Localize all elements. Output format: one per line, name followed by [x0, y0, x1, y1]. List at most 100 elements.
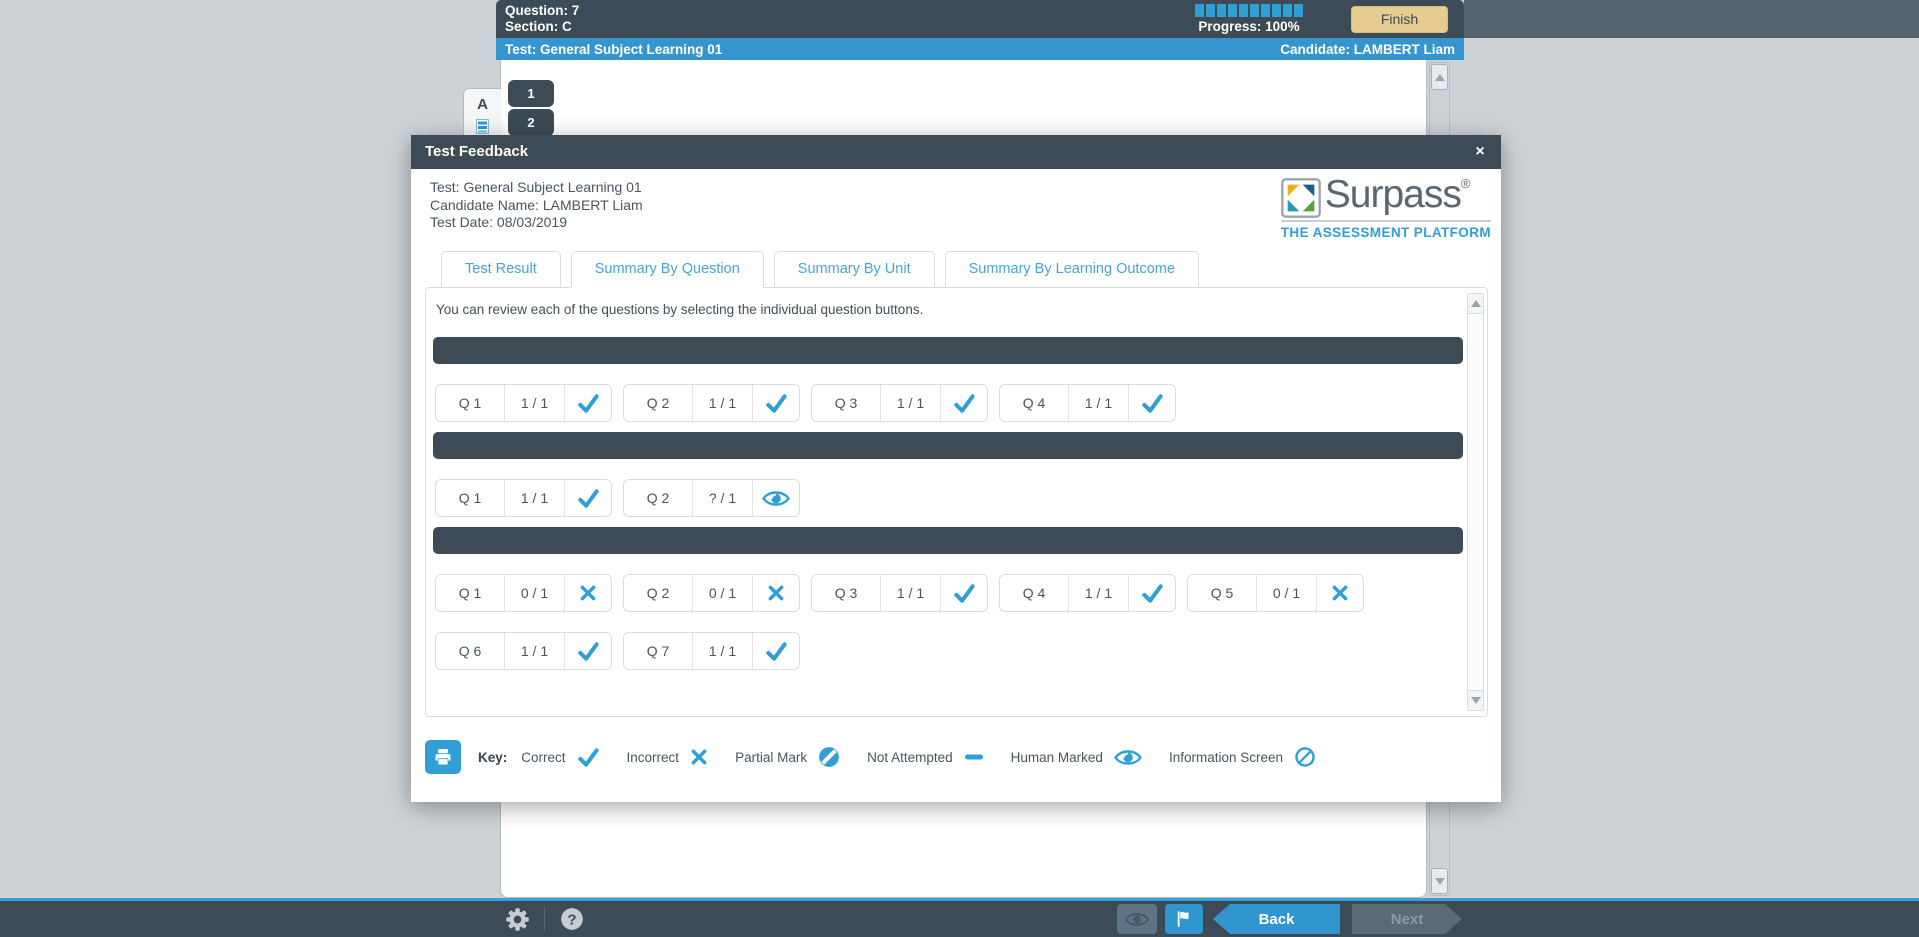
- question-button-q-1[interactable]: Q 1 0 / 1: [435, 574, 612, 612]
- review-eye-button[interactable]: [1117, 904, 1157, 934]
- question-section-block: Question: 7 Section: C: [505, 3, 579, 35]
- question-row: Q 1 1 / 1 Q 2 1 / 1 Q 3 1 / 1 Q 4 1 / 1: [433, 384, 1463, 422]
- correct-icon: [1141, 583, 1163, 603]
- question-button-q-1[interactable]: Q 1 1 / 1: [435, 479, 612, 517]
- question-button-q-1[interactable]: Q 1 1 / 1: [435, 384, 612, 422]
- back-button[interactable]: Back: [1213, 904, 1340, 934]
- logo-row: Surpass ®: [1280, 175, 1491, 218]
- question-button-q-6[interactable]: Q 6 1 / 1: [435, 632, 612, 670]
- question-row: Q 1 1 / 1 Q 2 ? / 1: [433, 479, 1463, 517]
- info-candidate: Candidate Name: LAMBERT Liam: [430, 196, 643, 213]
- question-score: 0 / 1: [1256, 575, 1316, 611]
- question-row: Q 1 0 / 1 Q 2 0 / 1 Q 3 1 / 1 Q 4 1 / 1 Q 5 0 / 1…: [433, 574, 1463, 670]
- question-nav: 12: [508, 80, 554, 136]
- question-nav-button-2[interactable]: 2: [508, 109, 554, 136]
- question-status: [1128, 575, 1175, 611]
- info-test: Test: General Subject Learning 01: [430, 179, 642, 195]
- progress-segment: [1195, 4, 1204, 17]
- printer-icon: [435, 749, 451, 766]
- finish-button[interactable]: Finish: [1351, 5, 1448, 33]
- tab-summary-by-unit[interactable]: Summary By Unit: [773, 251, 935, 288]
- question-status: [752, 385, 799, 421]
- triangle-down-icon: [1434, 877, 1445, 885]
- triangle-up-icon: [1470, 300, 1481, 307]
- next-label: Next: [1390, 910, 1424, 928]
- logo-registered-mark: ®: [1460, 176, 1471, 191]
- question-button-q-4[interactable]: Q 4 1 / 1: [999, 384, 1176, 422]
- incorrect-icon: [580, 585, 596, 601]
- progress-segment: [1228, 4, 1237, 17]
- progress-segment: [1217, 4, 1226, 17]
- question-status: [564, 385, 611, 421]
- next-button[interactable]: Next: [1352, 904, 1462, 934]
- incorrect-icon: [768, 585, 784, 601]
- panel-scroll-down-arrow[interactable]: [1468, 690, 1483, 710]
- question-button-q-2[interactable]: Q 2 0 / 1: [623, 574, 800, 612]
- flag-icon: [1177, 911, 1189, 927]
- question-label: Q 1: [458, 395, 482, 411]
- progress-label: Progress: 100%: [1198, 19, 1300, 34]
- question-score: 1 / 1: [880, 385, 940, 421]
- section-header-bar: [433, 432, 1463, 459]
- tab-summary-by-question[interactable]: Summary By Question: [570, 251, 764, 288]
- question-button-q-5[interactable]: Q 5 0 / 1: [1187, 574, 1364, 612]
- triangle-down-icon: [1470, 697, 1481, 704]
- question-label: Q 3: [834, 395, 858, 411]
- question-button-q-4[interactable]: Q 4 1 / 1: [999, 574, 1176, 612]
- question-label: Q 1: [458, 490, 482, 506]
- question-score: 1 / 1: [880, 575, 940, 611]
- panel-scroll-up-arrow[interactable]: [1468, 294, 1483, 314]
- scroll-up-arrow[interactable]: [1431, 64, 1448, 90]
- question-score: ? / 1: [692, 480, 752, 516]
- question-label: Q 2: [646, 490, 670, 506]
- feedback-tabs: Test Result Summary By Question Summary By…: [441, 251, 1199, 288]
- key-item-label: Information Screen: [1168, 749, 1283, 765]
- correct-icon: [577, 747, 599, 767]
- section-header-bar: [433, 527, 1463, 554]
- question-score: 1 / 1: [692, 385, 752, 421]
- question-score: 1 / 1: [504, 385, 564, 421]
- bottom-toolbar: ? Back Next: [0, 898, 1919, 937]
- key-item-label: Partial Mark: [735, 749, 808, 765]
- question-section-3: Q 1 0 / 1 Q 2 0 / 1 Q 3 1 / 1 Q 4 1 / 1 Q 5 0 / 1…: [433, 527, 1463, 670]
- surpass-logo: Surpass ® THE ASSESSMENT PLATFORM: [1280, 175, 1491, 240]
- key-item-not-attempted: Not Attempted: [867, 750, 984, 765]
- incorrect-icon: [691, 749, 707, 765]
- section-list-icon: [476, 119, 489, 134]
- key-row: Key: Correct Incorrect Partial Mark Not Att…: [425, 735, 1488, 779]
- correct-icon: [765, 393, 787, 413]
- question-button-q-3[interactable]: Q 3 1 / 1: [811, 574, 988, 612]
- incorrect-icon: [1332, 585, 1348, 601]
- tab-summary-by-learning-outcome[interactable]: Summary By Learning Outcome: [944, 251, 1199, 288]
- progress-segment: [1283, 4, 1292, 17]
- question-button-q-2[interactable]: Q 2 1 / 1: [623, 384, 800, 422]
- tab-test-result[interactable]: Test Result: [441, 251, 561, 288]
- question-label: Q 6: [458, 643, 482, 659]
- print-button[interactable]: [425, 740, 461, 774]
- question-nav-button-1[interactable]: 1: [508, 80, 554, 107]
- correct-icon: [577, 641, 599, 661]
- question-label: Q 1: [458, 585, 482, 601]
- key-item-correct: Correct: [521, 746, 599, 769]
- close-icon[interactable]: ×: [1467, 135, 1493, 169]
- question-button-q-2[interactable]: Q 2 ? / 1: [623, 479, 800, 517]
- question-button-q-3[interactable]: Q 3 1 / 1: [811, 384, 988, 422]
- question-score: 1 / 1: [1068, 385, 1128, 421]
- help-icon[interactable]: ?: [559, 906, 585, 932]
- question-status: [1128, 385, 1175, 421]
- logo-divider: [1280, 220, 1491, 222]
- test-feedback-modal: Test Feedback × Test: General Subject Le…: [411, 135, 1501, 802]
- question-button-q-7[interactable]: Q 7 1 / 1: [623, 632, 800, 670]
- question-status: [940, 385, 987, 421]
- exam-top-bar: Question: 7 Section: C Progress: 100% Fi…: [496, 0, 1464, 38]
- panel-scrollbar[interactable]: [1467, 293, 1484, 711]
- progress-segment: [1239, 4, 1248, 17]
- progress-segment: [1294, 4, 1303, 17]
- settings-gear-icon[interactable]: [504, 906, 531, 933]
- question-section-1: Q 1 1 / 1 Q 2 1 / 1 Q 3 1 / 1 Q 4 1 / 1: [433, 337, 1463, 422]
- question-score: 1 / 1: [1068, 575, 1128, 611]
- question-status: [1316, 575, 1363, 611]
- scroll-down-arrow[interactable]: [1431, 868, 1448, 894]
- flag-button[interactable]: [1165, 904, 1203, 934]
- question-sections: Q 1 1 / 1 Q 2 1 / 1 Q 3 1 / 1 Q 4 1 / 1 Q 1 1 / 1…: [426, 337, 1487, 670]
